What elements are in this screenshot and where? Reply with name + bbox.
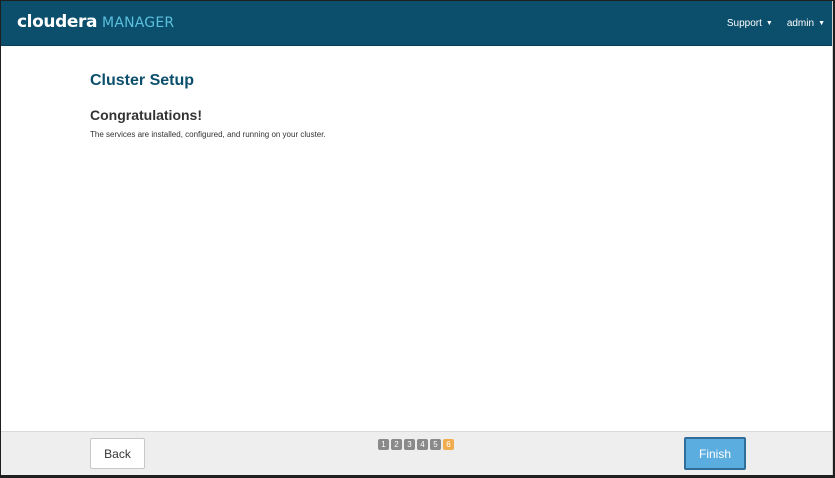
page-title: Cluster Setup [90, 72, 195, 89]
back-button[interactable]: Back [90, 438, 145, 469]
success-message: The services are installed, configured, … [90, 130, 326, 139]
wizard-footer: Back 1 2 3 4 5 6 Finish [1, 431, 833, 475]
caret-down-icon: ▼ [818, 20, 825, 27]
logo-wordmark: cloudera [17, 12, 98, 32]
app-window: cloudera MANAGER Support ▼ admin ▼ Clust… [1, 1, 833, 475]
step-1[interactable]: 1 [378, 439, 389, 450]
finish-button[interactable]: Finish [684, 437, 746, 470]
step-3[interactable]: 3 [404, 439, 415, 450]
support-menu-label: Support [726, 18, 762, 29]
step-4[interactable]: 4 [417, 439, 428, 450]
step-5[interactable]: 5 [430, 439, 441, 450]
support-menu[interactable]: Support ▼ [727, 18, 773, 29]
caret-down-icon: ▼ [765, 20, 773, 27]
window-edge [832, 1, 833, 475]
logo-product-name: MANAGER [102, 15, 175, 31]
user-menu[interactable]: admin ▼ [787, 18, 825, 29]
success-heading: Congratulations! [90, 107, 202, 123]
step-indicator: 1 2 3 4 5 6 [378, 439, 454, 450]
top-navbar: cloudera MANAGER Support ▼ admin ▼ [1, 1, 833, 46]
main-content: Cluster Setup Congratulations! The servi… [90, 71, 740, 141]
user-menu-label: admin [786, 18, 815, 29]
step-6-current[interactable]: 6 [443, 439, 454, 450]
logo[interactable]: cloudera MANAGER [17, 12, 174, 34]
top-nav: Support ▼ admin ▼ [727, 18, 825, 29]
step-2[interactable]: 2 [391, 439, 402, 450]
